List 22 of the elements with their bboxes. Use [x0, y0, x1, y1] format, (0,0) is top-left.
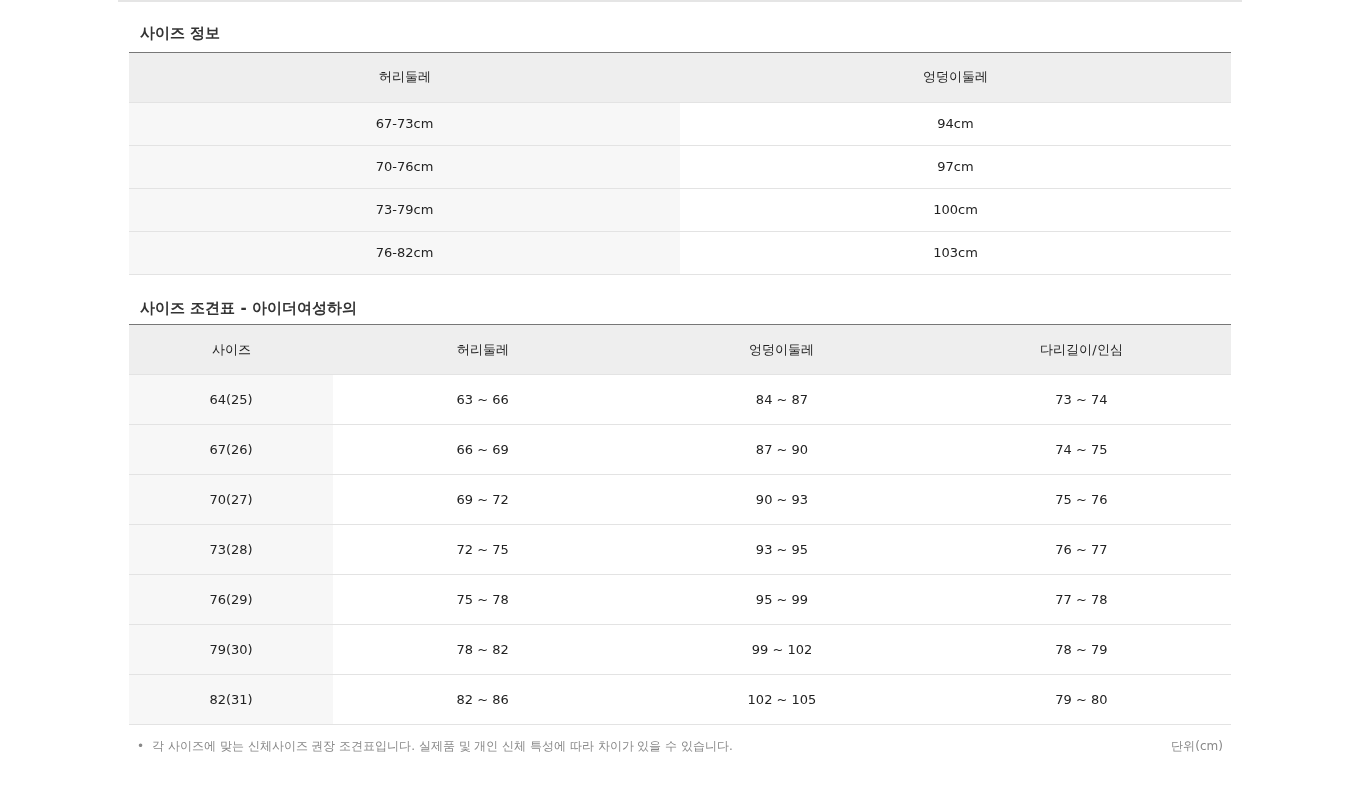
table-cell: 67(26)	[129, 425, 333, 474]
column-header: 허리둘레	[455, 340, 510, 359]
table-cell: 76(29)	[129, 575, 333, 624]
column-header: 허리둘레	[377, 68, 432, 87]
table-cell: 64(25)	[129, 375, 333, 424]
column-header: 다리길이/인심	[1039, 340, 1124, 359]
table-cell: 76-82cm	[129, 231, 680, 274]
table-cell: 70-76cm	[129, 145, 680, 188]
column-header: 엉덩이둘레	[922, 68, 989, 87]
section-title: 사이즈 조견표 - 아이더여성하의	[139, 297, 357, 319]
section-title: 사이즈 정보	[139, 23, 221, 44]
table-cell: 79(30)	[129, 625, 333, 674]
table-cell: 73-79cm	[129, 188, 680, 231]
table-cell: 73(28)	[129, 525, 333, 574]
table-cell: 82(31)	[129, 675, 333, 724]
table-cell: 70(27)	[129, 475, 333, 524]
table-cell: 67-73cm	[129, 102, 680, 145]
footnote-text: 각 사이즈에 맞는 신체사이즈 권장 조견표입니다. 실제품 및 개인 신체 특성에 따라 차이가 있을 수 있습니다.	[152, 738, 733, 755]
bullet-mark: •	[137, 738, 145, 755]
column-header: 사이즈	[210, 340, 252, 359]
column-header: 엉덩이둘레	[748, 340, 816, 359]
unit-label: 단위(cm)	[1171, 738, 1223, 755]
